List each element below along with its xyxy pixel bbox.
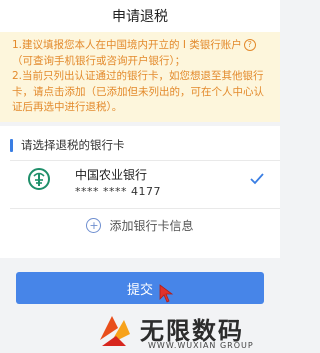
bank-card-panel: 请选择退税的银行卡 中国农业银行 **** **** 4177 + 添加银行卡信… — [0, 126, 280, 258]
checkmark-icon — [250, 173, 264, 185]
notice-box: 1.建议填报您本人在中国境内开立的 I 类银行账户 ?（可查询手机银行或咨询开户银… — [0, 32, 280, 122]
add-bank-card-label: 添加银行卡信息 — [109, 218, 194, 233]
watermark: 无限数码 WWW.WUXIAN GROUP — [96, 307, 280, 353]
section-title: 请选择退税的银行卡 — [10, 136, 125, 154]
bank-card-option[interactable]: 中国农业银行 **** **** 4177 — [0, 156, 280, 206]
notice-line-1: 1.建议填报您本人在中国境内开立的 I 类银行账户 ?（可查询手机银行或咨询开户银… — [12, 38, 268, 69]
bank-name: 中国农业银行 — [75, 168, 148, 182]
watermark-logo-icon — [100, 316, 130, 346]
plus-circle-icon: + — [86, 217, 102, 233]
help-icon[interactable]: ? — [243, 39, 256, 51]
add-bank-card-button[interactable]: + 添加银行卡信息 — [0, 208, 280, 242]
pointer-cursor-icon — [159, 284, 174, 303]
watermark-subtext: WWW.WUXIAN GROUP — [148, 341, 254, 350]
notice-line-2: 2.当前只列出认证通过的银行卡，如您想退至其他银行卡，请点击添加（已添加但未列出… — [12, 70, 264, 113]
submit-button[interactable]: 提交 — [16, 272, 264, 304]
page-title: 申请退税 — [112, 9, 168, 25]
bank-card-number: **** **** 4177 — [75, 185, 161, 198]
submit-label: 提交 — [126, 282, 153, 298]
section-accent-bar — [10, 138, 13, 152]
page-header: 申请退税 — [0, 0, 280, 32]
abc-bank-logo-icon — [28, 168, 50, 190]
